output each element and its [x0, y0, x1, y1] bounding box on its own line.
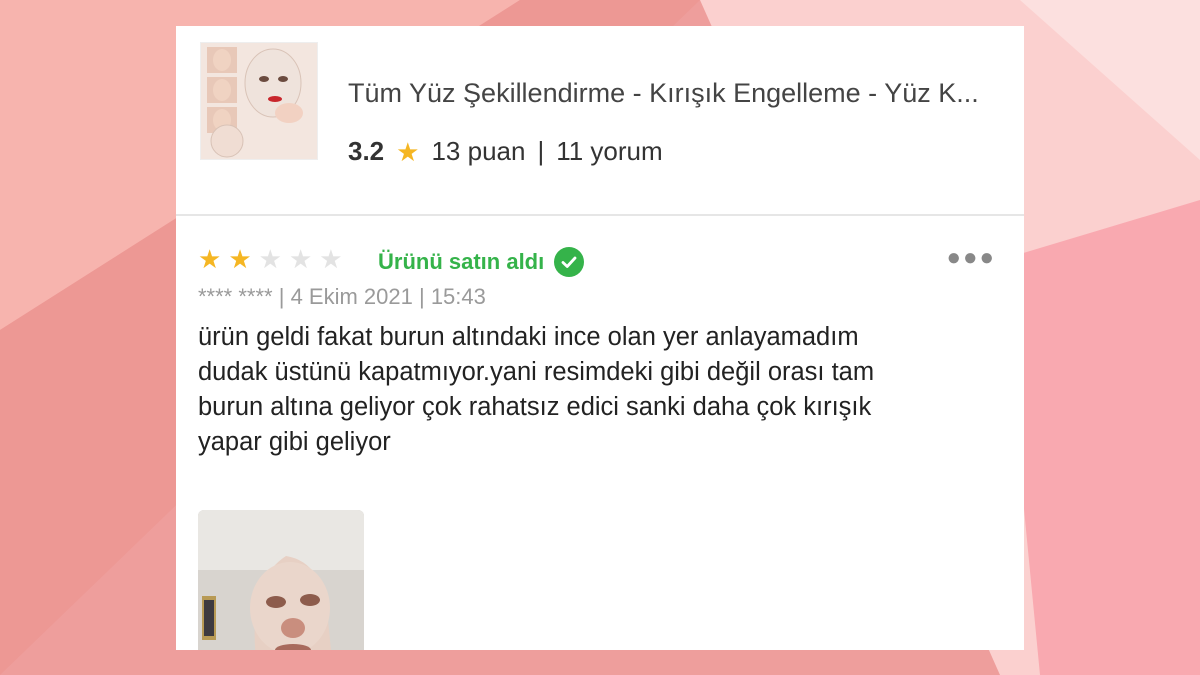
review-photo[interactable] — [198, 510, 364, 650]
review-text-line: burun altına geliyor çok rahatsız edici … — [198, 393, 872, 421]
product-rating-summary: 3.2 ★ 13 puan | 11 yorum — [348, 136, 663, 167]
review-item: ★ ★ ★ ★ ★ Ürünü satın aldı ●●● **** ****… — [176, 216, 1024, 650]
product-title[interactable]: Tüm Yüz Şekillendirme - Kırışık Engellem… — [348, 78, 1008, 109]
product-thumbnail[interactable] — [200, 42, 318, 160]
review-meta: **** **** | 4 Ekim 2021 | 15:43 — [198, 284, 486, 310]
verified-purchase-badge: Ürünü satın aldı — [378, 247, 585, 277]
star-filled-icon: ★ — [228, 244, 252, 274]
review-author: **** **** — [198, 284, 273, 309]
star-empty-icon: ★ — [258, 244, 282, 274]
separator: | — [537, 136, 545, 166]
review-star-rating: ★ ★ ★ ★ ★ — [198, 246, 343, 272]
star-empty-icon: ★ — [288, 244, 313, 274]
review-card: Tüm Yüz Şekillendirme - Kırışık Engellem… — [176, 26, 1024, 650]
product-header[interactable]: Tüm Yüz Şekillendirme - Kırışık Engellem… — [176, 26, 1024, 216]
review-text-line: ürün geldi fakat burun altındaki ince ol… — [198, 323, 859, 351]
verified-purchase-label: Ürünü satın aldı — [378, 249, 545, 274]
review-time: 15:43 — [430, 284, 486, 309]
review-date: 4 Ekim 2021 — [290, 284, 413, 309]
review-text: ürün geldi fakat burun altındaki ince ol… — [198, 320, 998, 460]
meta-separator: | — [418, 284, 431, 309]
check-circle-icon — [554, 247, 585, 277]
average-rating: 3.2 — [348, 136, 385, 166]
star-filled-icon: ★ — [198, 244, 222, 274]
review-text-line: dudak üstünü kapatmıyor.yani resimdeki g… — [198, 358, 875, 386]
review-text-line: yapar gibi geliyor — [198, 428, 391, 456]
star-empty-icon: ★ — [319, 244, 343, 274]
meta-separator: | — [278, 284, 291, 309]
star-icon: ★ — [396, 136, 420, 167]
more-options-icon[interactable]: ●●● — [947, 244, 997, 272]
review-count[interactable]: 11 yorum — [556, 136, 662, 167]
rating-count: 13 puan — [431, 136, 526, 166]
